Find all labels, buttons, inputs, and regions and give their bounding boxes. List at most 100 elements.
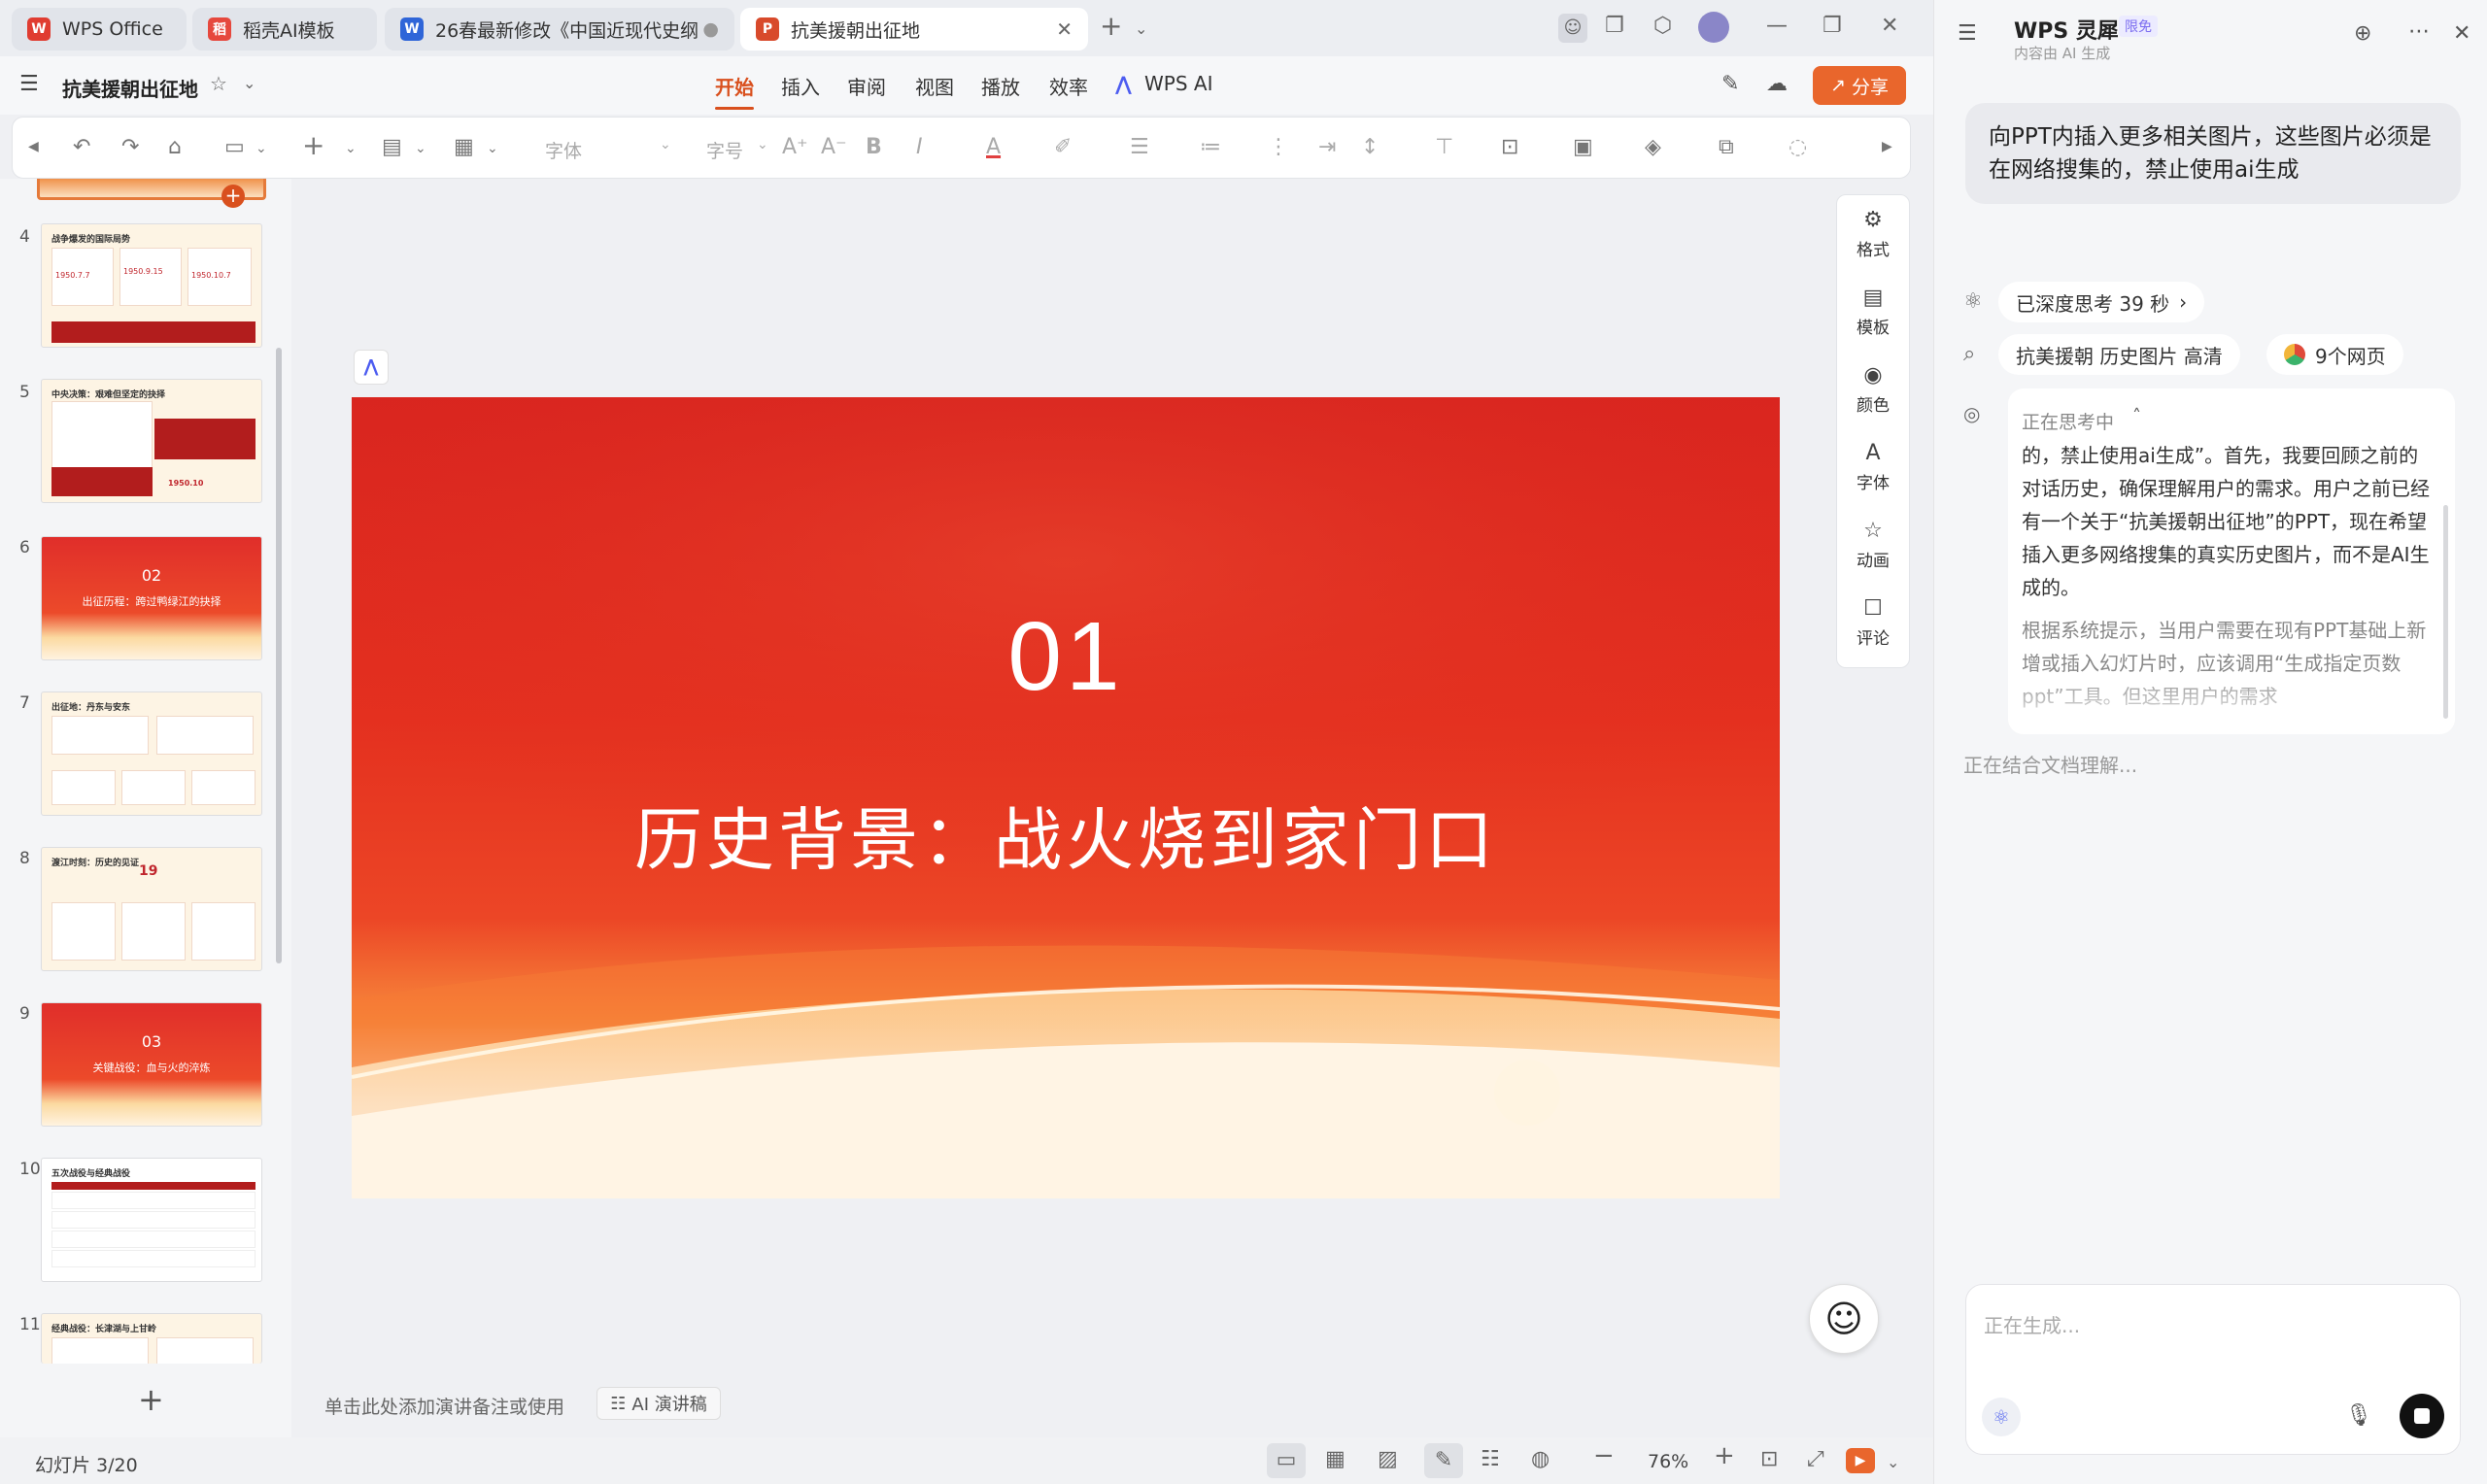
chat-input-box[interactable]: 正在生成... ⚛ 🎙 — [1965, 1284, 2461, 1455]
add-slide-icon[interactable]: + — [221, 185, 245, 208]
window-icon[interactable]: ❐ — [1605, 14, 1624, 38]
minimize-icon[interactable]: — — [1766, 14, 1788, 38]
tool-color[interactable]: ◉ 颜色 — [1838, 363, 1908, 416]
wps-ai-float-icon[interactable]: ⋀ — [354, 350, 389, 385]
picture-icon[interactable]: ▣ — [1573, 135, 1593, 159]
tool-comment[interactable]: ☐ 评论 — [1838, 596, 1908, 649]
tool-animation[interactable]: ☆ 动画 — [1838, 519, 1908, 571]
slide-thumb-4[interactable]: 战争爆发的国际局势 1950.7.7 1950.9.15 1950.10.7 — [41, 223, 262, 348]
redo-icon[interactable]: ↷ — [121, 135, 139, 159]
assistant-avatar-icon[interactable]: ☺ — [1558, 14, 1587, 43]
chevron-down-icon[interactable]: ⌄ — [345, 141, 357, 156]
text-box-icon[interactable]: ⊡ — [1501, 135, 1518, 159]
slide-thumb-11[interactable]: 经典战役：长津湖与上甘岭 — [41, 1313, 262, 1364]
menu-wps-ai[interactable]: WPS AI — [1144, 72, 1212, 95]
bold-icon[interactable]: B — [866, 135, 882, 159]
new-chat-icon[interactable]: ⊕ — [2354, 21, 2371, 46]
slide-thumb-9[interactable]: 03 关键战役：血与火的淬炼 — [41, 1002, 262, 1127]
undo-icon[interactable]: ↶ — [73, 135, 90, 159]
indent-icon[interactable]: ⇥ — [1318, 135, 1336, 159]
chevron-down-icon[interactable]: ⌄ — [243, 74, 256, 92]
menu-efficiency[interactable]: 效率 — [1049, 72, 1088, 100]
font-size-select[interactable]: 字号 ⌄ — [693, 129, 774, 168]
ai-mode-icon[interactable]: ⚛ — [1982, 1398, 2021, 1436]
italic-icon[interactable]: I — [916, 135, 923, 159]
chevron-down-icon[interactable]: ⌄ — [487, 141, 498, 156]
restore-icon[interactable]: ❐ — [1823, 14, 1842, 38]
hamburger-menu-icon[interactable]: ☰ — [19, 72, 39, 96]
zoom-out-icon[interactable]: − — [1593, 1441, 1615, 1470]
slide-section-number[interactable]: 01 — [352, 601, 1780, 713]
share-button[interactable]: ↗ 分享 — [1813, 66, 1906, 105]
zoom-level[interactable]: 76% — [1648, 1451, 1688, 1472]
increase-font-icon[interactable]: A⁺ — [782, 135, 808, 159]
decrease-font-icon[interactable]: A⁻ — [821, 135, 847, 159]
tab-docer[interactable]: 稻 稻壳AI模板 — [192, 8, 377, 51]
menu-home[interactable]: 开始 — [715, 72, 754, 110]
slide-thumb-10[interactable]: 五次战役与经典战役 — [41, 1158, 262, 1282]
search-query-chip[interactable]: 抗美援朝 历史图片 高清 — [1998, 334, 2240, 375]
slide-thumb-7[interactable]: 出征地：丹东与安东 — [41, 691, 262, 816]
stop-generating-button[interactable] — [2400, 1394, 2444, 1438]
scroll-right-icon[interactable]: ▶ — [1882, 139, 1892, 154]
globe-icon[interactable]: ◍ — [1531, 1447, 1550, 1471]
chevron-down-icon[interactable]: ⌄ — [1135, 19, 1147, 38]
insert-plus-icon[interactable]: + — [302, 129, 324, 161]
slide-thumb-6[interactable]: 02 出征历程：跨过鸭绿江的抉择 — [41, 536, 262, 660]
chevron-up-icon[interactable]: ˄ — [2132, 406, 2141, 426]
arrange-icon[interactable]: ⧉ — [1719, 135, 1734, 159]
tab-ppt[interactable]: P 抗美援朝出征地 ✕ — [740, 8, 1088, 51]
fill-icon[interactable]: ◌ — [1789, 135, 1807, 159]
reading-view-icon[interactable]: ▨ — [1378, 1447, 1398, 1471]
more-icon[interactable]: ⋯ — [2408, 19, 2430, 44]
chevron-down-icon[interactable]: ⌄ — [256, 141, 267, 156]
add-slide-button[interactable]: + — [138, 1381, 164, 1418]
chevron-down-icon[interactable]: ⌄ — [1887, 1453, 1899, 1471]
highlight-icon[interactable]: ✐ — [1054, 135, 1072, 159]
web-sources-chip[interactable]: 9个网页 — [2266, 334, 2403, 375]
format-painter-icon[interactable]: ⌂ — [168, 135, 182, 159]
section-icon[interactable]: ▦ — [454, 135, 474, 159]
menu-insert[interactable]: 插入 — [781, 72, 820, 100]
text-direction-icon[interactable]: ⊤ — [1435, 135, 1453, 159]
close-tab-icon[interactable]: ✕ — [1056, 17, 1073, 41]
hamburger-menu-icon[interactable]: ☰ — [1958, 21, 1977, 46]
new-tab-icon[interactable]: + — [1100, 10, 1122, 42]
slide-section-title[interactable]: 历史背景：战火烧到家门口 — [352, 786, 1780, 884]
star-icon[interactable]: ☆ — [210, 72, 227, 95]
close-window-icon[interactable]: ✕ — [1881, 14, 1898, 38]
fullscreen-icon[interactable]: ⤢ — [1807, 1447, 1824, 1471]
layout-icon[interactable]: ▤ — [382, 135, 402, 159]
notes-view-icon[interactable]: ✎ — [1424, 1443, 1463, 1478]
new-slide-icon[interactable]: ▭ — [224, 135, 245, 159]
menu-review[interactable]: 审阅 — [847, 72, 886, 100]
user-avatar[interactable] — [1698, 12, 1729, 43]
thinking-scrollbar[interactable] — [2443, 505, 2448, 719]
chevron-down-icon[interactable]: ⌄ — [415, 141, 426, 156]
tool-font[interactable]: A 字体 — [1838, 441, 1908, 493]
numbering-icon[interactable]: ⋮ — [1268, 135, 1289, 159]
grid-view-icon[interactable]: ▦ — [1325, 1447, 1346, 1471]
ai-speech-button[interactable]: ☷ AI 演讲稿 — [596, 1387, 721, 1420]
tab-word-doc[interactable]: W 26春最新修改《中国近现代史纲 ● — [385, 8, 734, 51]
close-panel-icon[interactable]: ✕ — [2453, 21, 2470, 46]
tab-wps-office[interactable]: W WPS Office — [12, 8, 187, 51]
fit-slide-icon[interactable]: ⊡ — [1760, 1447, 1778, 1471]
normal-view-icon[interactable]: ▭ — [1267, 1443, 1306, 1478]
tool-template[interactable]: ▤ 模板 — [1838, 286, 1908, 338]
deep-think-toggle[interactable]: 已深度思考 39 秒 › — [1998, 282, 2205, 322]
cloud-icon[interactable]: ☁ — [1766, 72, 1788, 96]
comments-view-icon[interactable]: ☷ — [1481, 1447, 1500, 1471]
document-title[interactable]: 抗美援朝出征地 — [62, 74, 198, 102]
zoom-in-icon[interactable]: + — [1714, 1441, 1735, 1470]
shape-icon[interactable]: ◈ — [1645, 135, 1661, 159]
notes-placeholder[interactable]: 单击此处添加演讲备注或使用 — [324, 1393, 564, 1419]
font-family-select[interactable]: 字体 ⌄ — [528, 129, 681, 168]
thumbnail-scrollbar[interactable] — [276, 348, 282, 963]
menu-view[interactable]: 视图 — [915, 72, 954, 100]
align-icon[interactable]: ☰ — [1130, 135, 1149, 159]
bullets-icon[interactable]: ≔ — [1200, 135, 1221, 159]
tool-format[interactable]: ⚙ 格式 — [1838, 208, 1908, 260]
font-color-icon[interactable]: A — [986, 135, 1001, 159]
cube-icon[interactable]: ⬡ — [1653, 14, 1672, 38]
